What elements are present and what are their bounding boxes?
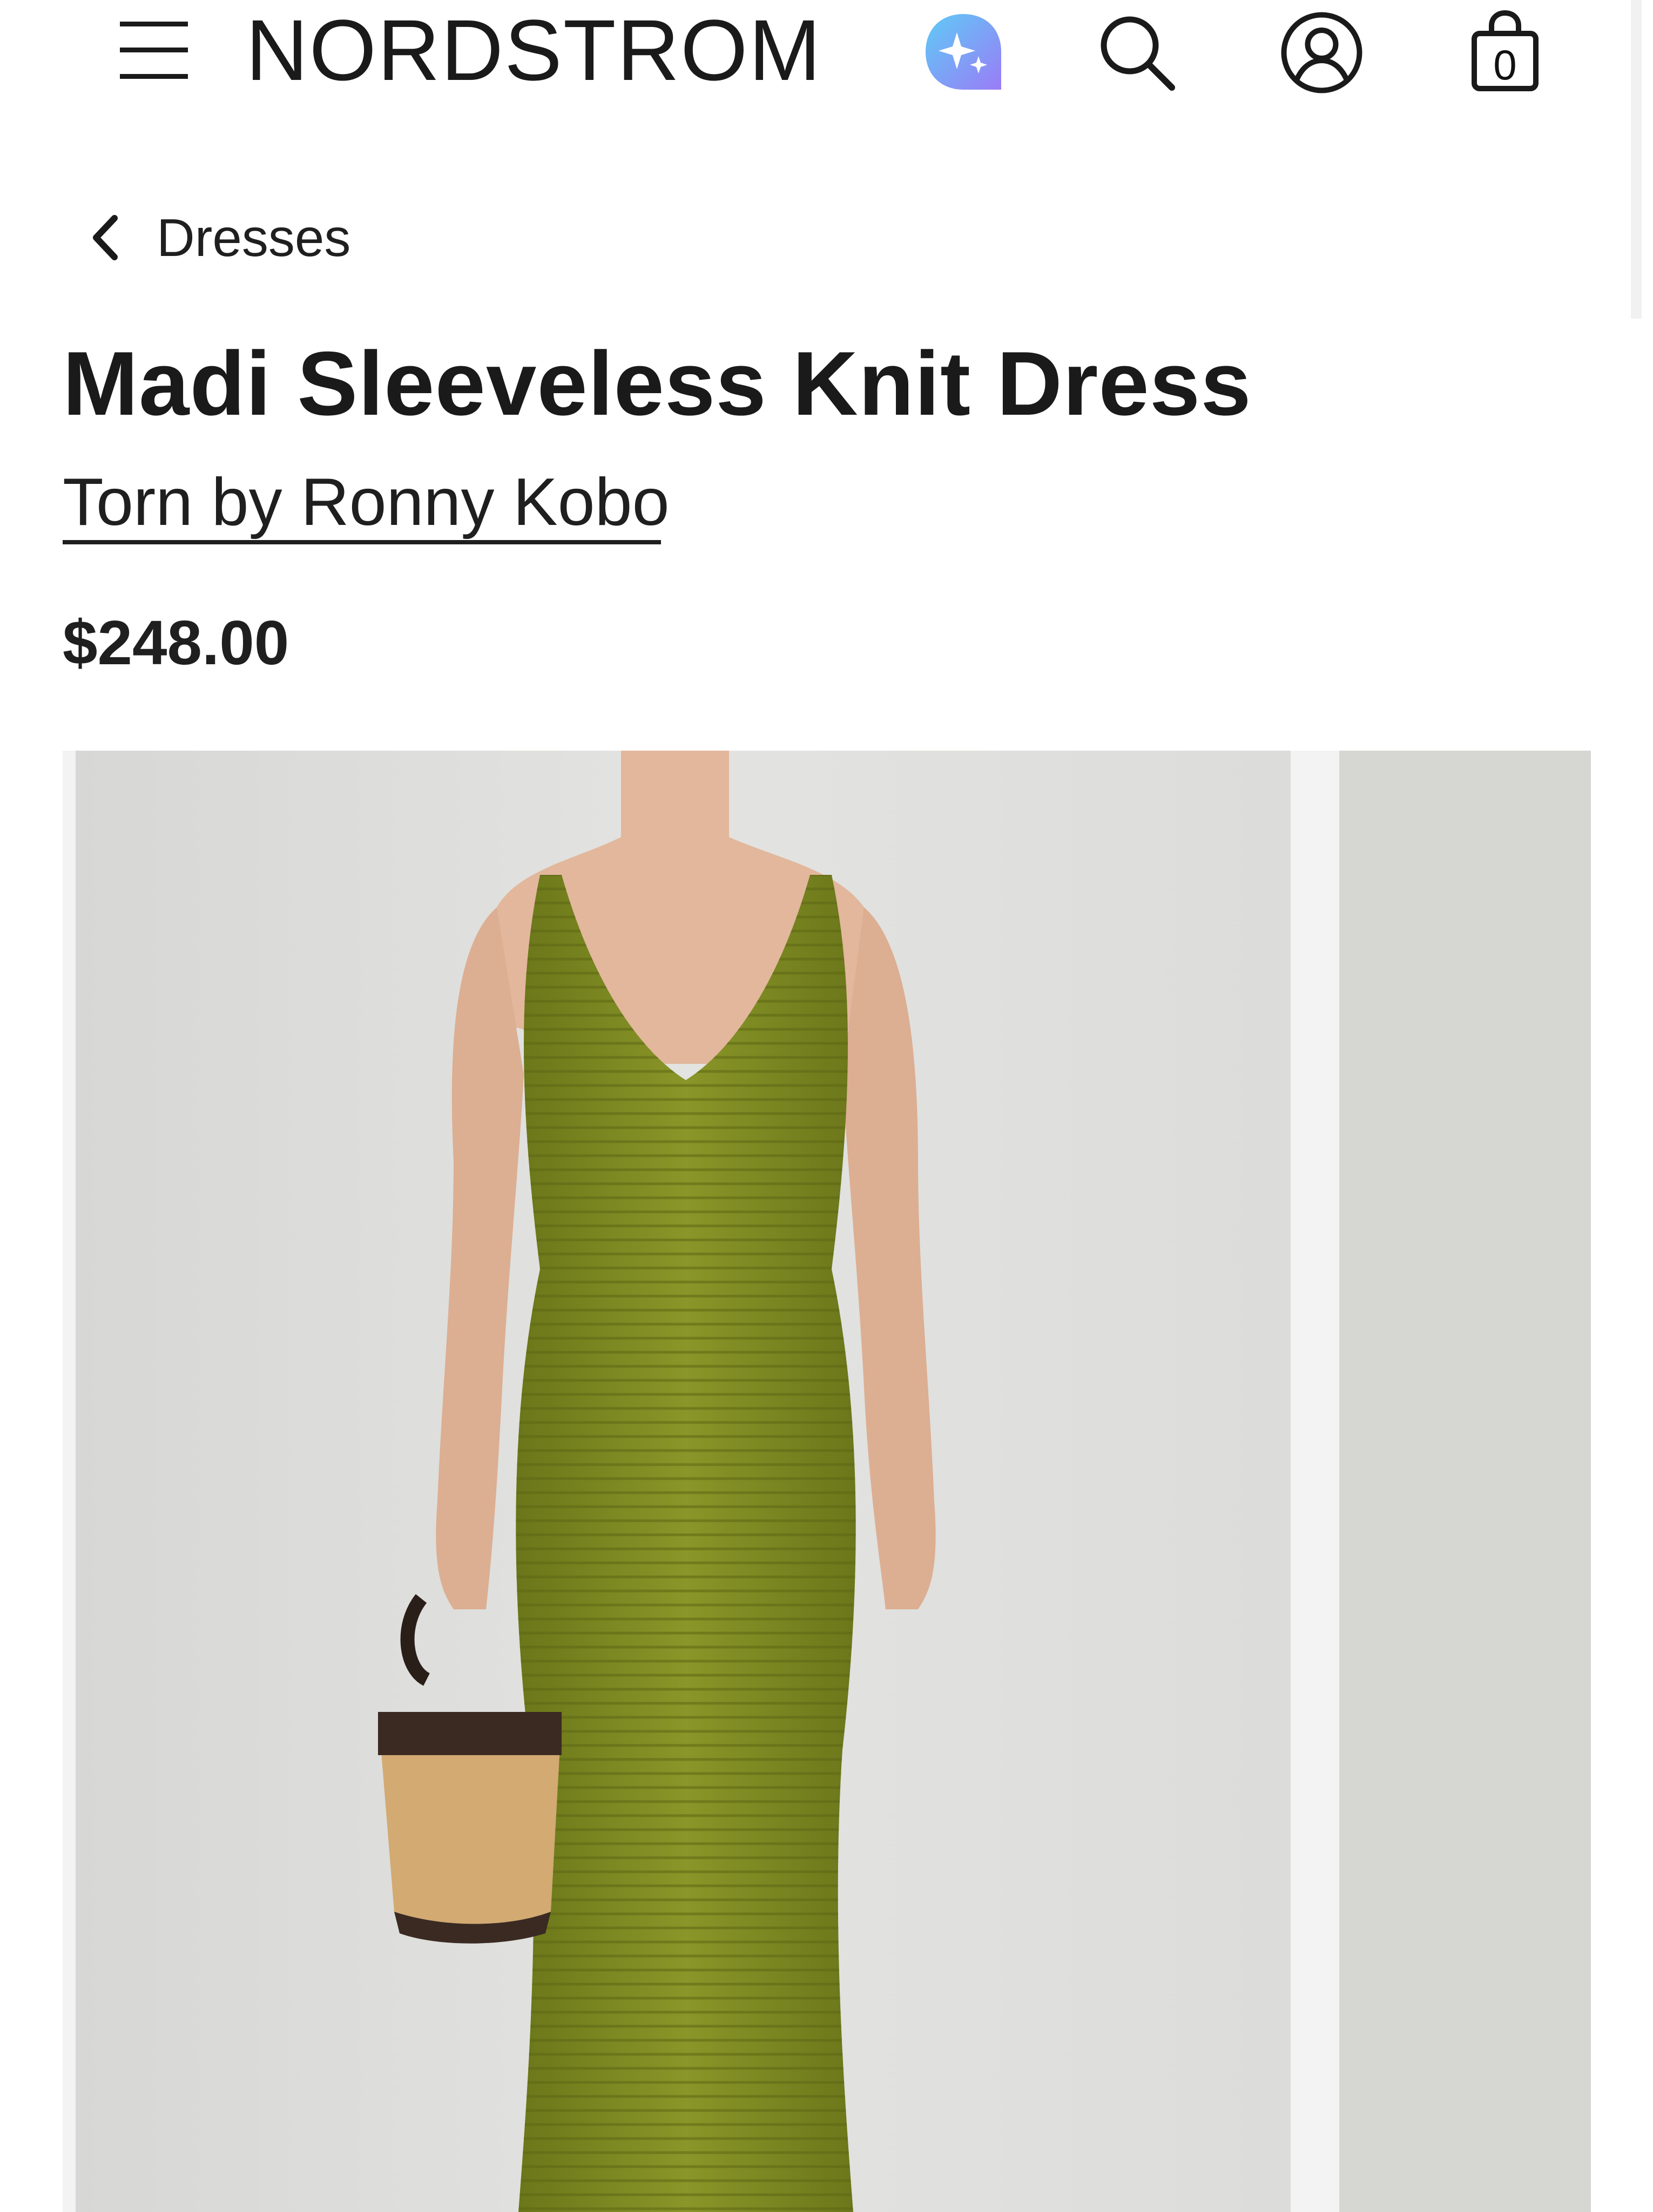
brand-link-underline [63,540,661,544]
product-photo-next[interactable] [1339,751,1591,2212]
product-title: Madi Sleeveless Knit Dress [63,333,1252,434]
breadcrumb[interactable]: Dresses [86,205,350,270]
breadcrumb-label[interactable]: Dresses [157,207,350,268]
menu-icon[interactable] [120,21,188,80]
nordstrom-logo[interactable]: NORDSTROM [246,4,822,96]
assistant-sparkle-icon[interactable] [923,12,1003,92]
site-header: NORDSTROM 0 [0,0,1653,108]
bag-count: 0 [1493,41,1517,89]
account-icon[interactable] [1280,11,1364,95]
product-photo[interactable] [76,751,1291,2212]
search-icon[interactable] [1096,12,1177,93]
scrollbar-track[interactable] [1631,0,1642,319]
chevron-left-icon [93,215,118,260]
brand-link[interactable]: Torn by Ronny Kobo [63,462,670,543]
product-price: $248.00 [63,608,289,678]
